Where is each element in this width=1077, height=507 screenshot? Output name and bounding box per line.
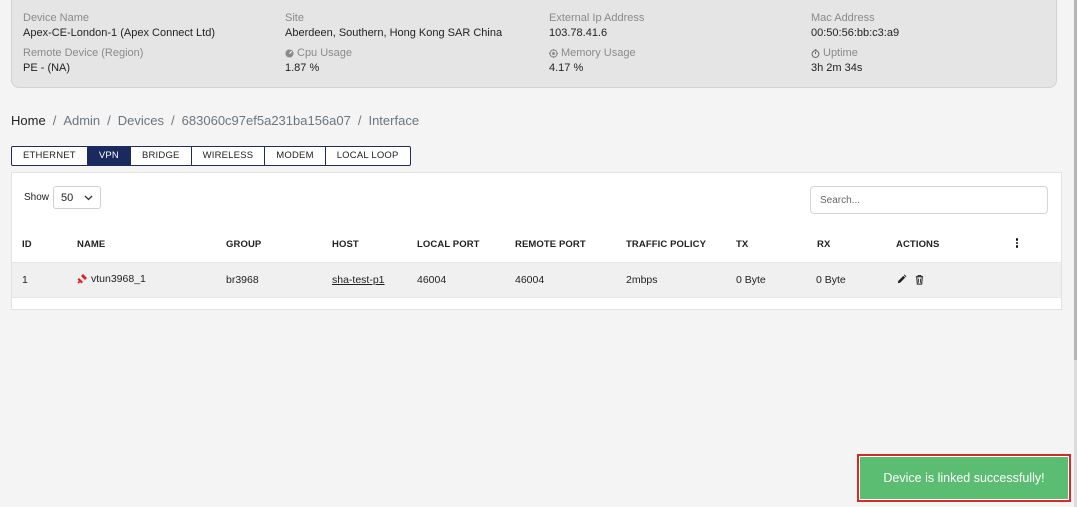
mac-address-label: Mac Address bbox=[811, 12, 875, 24]
cpu-gauge-icon bbox=[285, 49, 294, 58]
unlinked-plug-icon bbox=[77, 274, 87, 284]
breadcrumb-separator: / bbox=[107, 113, 111, 128]
tab-wireless[interactable]: WIRELESS bbox=[190, 146, 266, 166]
breadcrumb-separator: / bbox=[171, 113, 175, 128]
cell-rx: 0 Byte bbox=[816, 274, 846, 286]
page-size-value: 50 bbox=[61, 191, 74, 204]
tab-local-loop[interactable]: LOCAL LOOP bbox=[324, 146, 411, 166]
chevron-down-icon bbox=[84, 195, 93, 200]
device-name-value: Apex-CE-London-1 (Apex Connect Ltd) bbox=[23, 27, 215, 39]
edit-pencil-icon[interactable] bbox=[896, 274, 907, 285]
mac-address-field: Mac Address 00:50:56:bb:c3:a9 bbox=[811, 12, 899, 40]
col-id[interactable]: ID bbox=[22, 239, 32, 250]
site-field: Site Aberdeen, Southern, Hong Kong SAR C… bbox=[285, 12, 502, 40]
stopwatch-icon bbox=[811, 49, 820, 58]
site-value: Aberdeen, Southern, Hong Kong SAR China bbox=[285, 27, 503, 39]
mac-address-value: 00:50:56:bb:c3:a9 bbox=[811, 27, 900, 39]
cell-name: vtun3968_1 bbox=[76, 273, 146, 285]
external-ip-label: External Ip Address bbox=[549, 12, 645, 24]
external-ip-field: External Ip Address 103.78.41.6 bbox=[549, 12, 644, 40]
remote-device-label: Remote Device (Region) bbox=[23, 47, 144, 59]
device-name-field: Device Name Apex-CE-London-1 (Apex Conne… bbox=[23, 12, 215, 40]
tab-bridge[interactable]: BRIDGE bbox=[129, 146, 192, 166]
cpu-usage-field: Cpu Usage 1.87 % bbox=[285, 47, 352, 75]
col-local-port[interactable]: LOCAL PORT bbox=[417, 239, 480, 250]
host-link[interactable]: sha-test-p1 bbox=[332, 274, 385, 286]
col-remote-port[interactable]: REMOTE PORT bbox=[515, 239, 586, 250]
breadcrumb-interface: Interface bbox=[368, 113, 420, 128]
cell-traffic-policy: 2mbps bbox=[626, 274, 658, 286]
uptime-field: Uptime 3h 2m 34s bbox=[811, 47, 862, 75]
uptime-value: 3h 2m 34s bbox=[811, 62, 863, 74]
tab-modem[interactable]: MODEM bbox=[264, 146, 326, 166]
uptime-label: Uptime bbox=[823, 47, 858, 59]
cell-tx: 0 Byte bbox=[736, 274, 766, 286]
cpu-usage-label: Cpu Usage bbox=[297, 47, 353, 59]
cell-id: 1 bbox=[22, 274, 28, 286]
col-name[interactable]: NAME bbox=[77, 239, 105, 250]
memory-usage-field: Memory Usage 4.17 % bbox=[549, 47, 636, 75]
remote-device-field: Remote Device (Region) PE - (NA) bbox=[23, 47, 143, 75]
show-label: Show bbox=[24, 192, 50, 203]
tab-vpn[interactable]: VPN bbox=[86, 146, 131, 166]
cell-group: br3968 bbox=[226, 274, 259, 286]
column-menu-icon[interactable] bbox=[1015, 237, 1019, 251]
vpn-table-panel: Show 50 ID NAME GROUP HOST LOCAL PORT RE… bbox=[11, 172, 1062, 310]
breadcrumb: Home / Admin / Devices / 683060c97ef5a23… bbox=[11, 113, 419, 128]
breadcrumb-device-id[interactable]: 683060c97ef5a231ba156a07 bbox=[182, 113, 351, 128]
col-traffic-policy[interactable]: TRAFFIC POLICY bbox=[626, 239, 706, 250]
breadcrumb-separator: / bbox=[357, 113, 362, 128]
breadcrumb-home[interactable]: Home bbox=[11, 113, 46, 128]
cell-remote-port: 46004 bbox=[515, 274, 545, 286]
memory-usage-label: Memory Usage bbox=[561, 47, 636, 59]
device-info-card: Device Name Apex-CE-London-1 (Apex Conne… bbox=[11, 0, 1057, 88]
interface-tabs: ETHERNET VPN BRIDGE WIRELESS MODEM LOCAL… bbox=[11, 146, 411, 166]
col-group[interactable]: GROUP bbox=[226, 239, 261, 250]
table-row: 1 vtun3968_1 br3968 sha-test-p1 46004 46… bbox=[12, 262, 1061, 298]
breadcrumb-devices[interactable]: Devices bbox=[118, 113, 164, 128]
cell-local-port: 46004 bbox=[417, 274, 447, 286]
breadcrumb-admin[interactable]: Admin bbox=[63, 113, 100, 128]
col-host[interactable]: HOST bbox=[332, 239, 359, 250]
memory-usage-value: 4.17 % bbox=[549, 62, 584, 74]
col-rx[interactable]: RX bbox=[817, 239, 830, 250]
breadcrumb-separator: / bbox=[52, 113, 57, 128]
remote-device-value: PE - (NA) bbox=[23, 62, 71, 74]
external-ip-value: 103.78.41.6 bbox=[549, 27, 608, 39]
success-toast[interactable]: Device is linked successfully! bbox=[857, 454, 1071, 502]
table-header: ID NAME GROUP HOST LOCAL PORT REMOTE POR… bbox=[12, 235, 1061, 255]
site-label: Site bbox=[285, 12, 304, 24]
col-actions: ACTIONS bbox=[896, 239, 940, 250]
device-name-label: Device Name bbox=[23, 12, 90, 24]
tab-ethernet[interactable]: ETHERNET bbox=[11, 146, 88, 166]
memory-chip-icon bbox=[549, 49, 558, 58]
toast-message: Device is linked successfully! bbox=[860, 457, 1068, 499]
cpu-usage-value: 1.87 % bbox=[285, 62, 320, 74]
interface-name: vtun3968_1 bbox=[91, 273, 146, 285]
page-size-select[interactable]: 50 bbox=[53, 186, 102, 209]
search-input[interactable] bbox=[810, 186, 1048, 214]
page-size-control: Show 50 bbox=[24, 186, 102, 209]
trash-icon[interactable] bbox=[914, 274, 925, 285]
col-tx[interactable]: TX bbox=[736, 239, 748, 250]
